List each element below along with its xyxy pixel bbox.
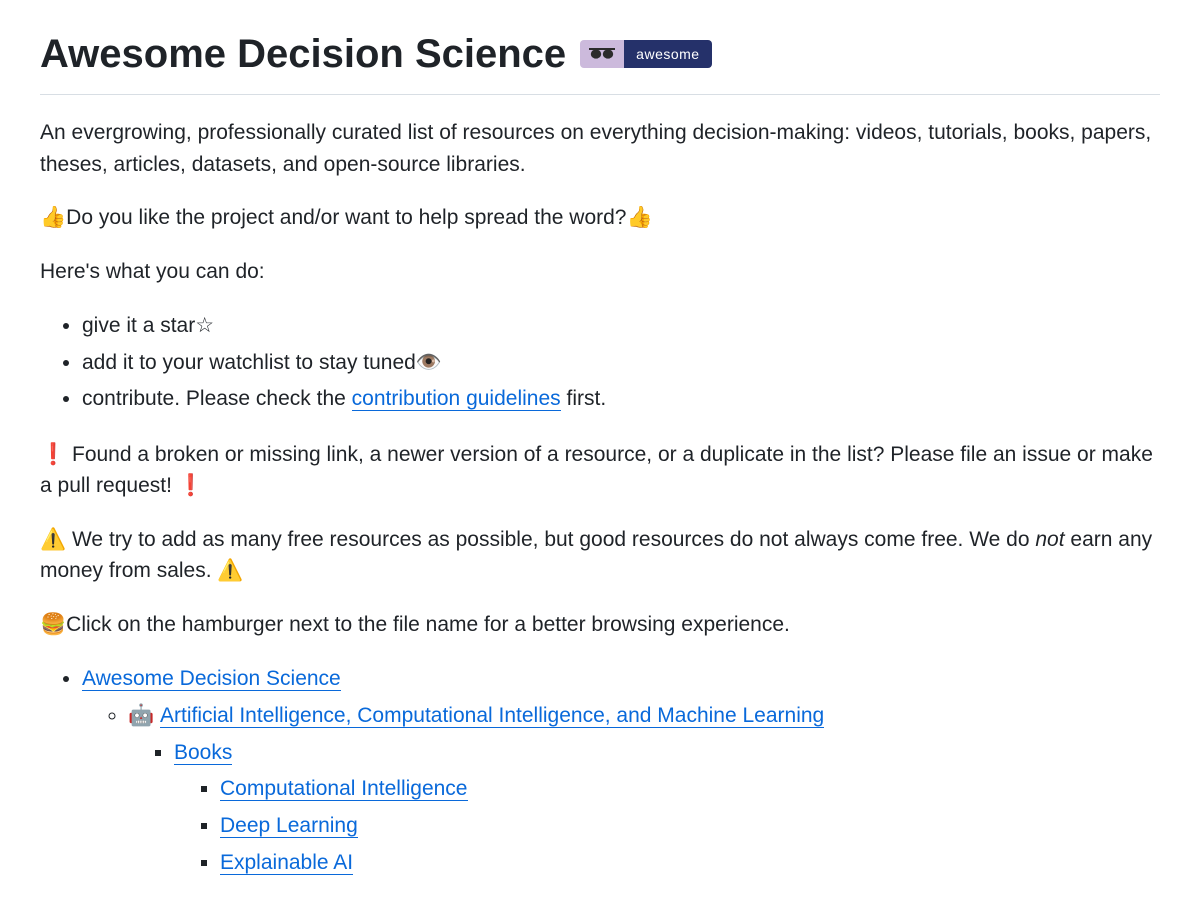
table-of-contents: Awesome Decision Science 🤖 Artificial In…	[40, 662, 1160, 880]
action-star: give it a star☆	[82, 309, 1160, 344]
toc-ai-link[interactable]: Artificial Intelligence, Computational I…	[160, 704, 824, 728]
thumbs-up-icon: 👍	[40, 206, 66, 229]
like-prompt-text: Do you like the project and/or want to h…	[66, 206, 626, 229]
toc-deep-link[interactable]: Deep Learning	[220, 814, 358, 838]
intro-paragraph: An evergrowing, professionally curated l…	[40, 117, 1160, 180]
heres-what-text: Here's what you can do:	[40, 256, 1160, 288]
free-resources-notice: ⚠️ We try to add as many free resources …	[40, 524, 1160, 587]
page-title: Awesome Decision Science awesome	[40, 24, 1160, 95]
title-text: Awesome Decision Science	[40, 24, 566, 84]
toc-root-link[interactable]: Awesome Decision Science	[82, 667, 341, 691]
robot-icon: 🤖	[128, 704, 154, 727]
action-contribute: contribute. Please check the contributio…	[82, 382, 1160, 417]
toc-item: Awesome Decision Science 🤖 Artificial In…	[82, 662, 1160, 880]
toc-books-link[interactable]: Books	[174, 741, 232, 765]
readme-document: Awesome Decision Science awesome An ever…	[0, 24, 1200, 922]
awesome-badge[interactable]: awesome	[580, 40, 711, 68]
toc-item: 🤖 Artificial Intelligence, Computational…	[128, 699, 1160, 880]
broken-link-notice: ❗ Found a broken or missing link, a newe…	[40, 439, 1160, 502]
contribution-guidelines-link[interactable]: contribution guidelines	[352, 387, 561, 411]
free-notice-em: not	[1035, 528, 1064, 551]
badge-label: awesome	[624, 40, 711, 68]
toc-item: Computational Intelligence	[220, 772, 1160, 807]
contribute-prefix: contribute. Please check the	[82, 387, 352, 410]
thumbs-up-icon: 👍	[627, 206, 653, 229]
like-prompt: 👍Do you like the project and/or want to …	[40, 202, 1160, 234]
toc-item: Explainable AI	[220, 846, 1160, 881]
warning-icon: ⚠️	[40, 528, 66, 551]
hamburger-tip: 🍔Click on the hamburger next to the file…	[40, 609, 1160, 641]
free-notice-pre: We try to add as many free resources as …	[66, 528, 1035, 551]
toc-item: Deep Learning	[220, 809, 1160, 844]
action-watch: add it to your watchlist to stay tuned👁️	[82, 346, 1160, 381]
warning-icon: ⚠️	[217, 559, 243, 582]
exclamation-icon: ❗	[40, 443, 66, 466]
toc-xai-link[interactable]: Explainable AI	[220, 851, 353, 875]
action-list: give it a star☆ add it to your watchlist…	[40, 309, 1160, 417]
hamburger-icon: 🍔	[40, 613, 66, 636]
broken-link-text: Found a broken or missing link, a newer …	[40, 443, 1153, 498]
toc-compint-link[interactable]: Computational Intelligence	[220, 777, 468, 801]
hamburger-tip-text: Click on the hamburger next to the file …	[66, 613, 790, 636]
sunglasses-icon	[580, 40, 624, 68]
exclamation-icon: ❗	[178, 474, 204, 497]
contribute-suffix: first.	[561, 387, 607, 410]
